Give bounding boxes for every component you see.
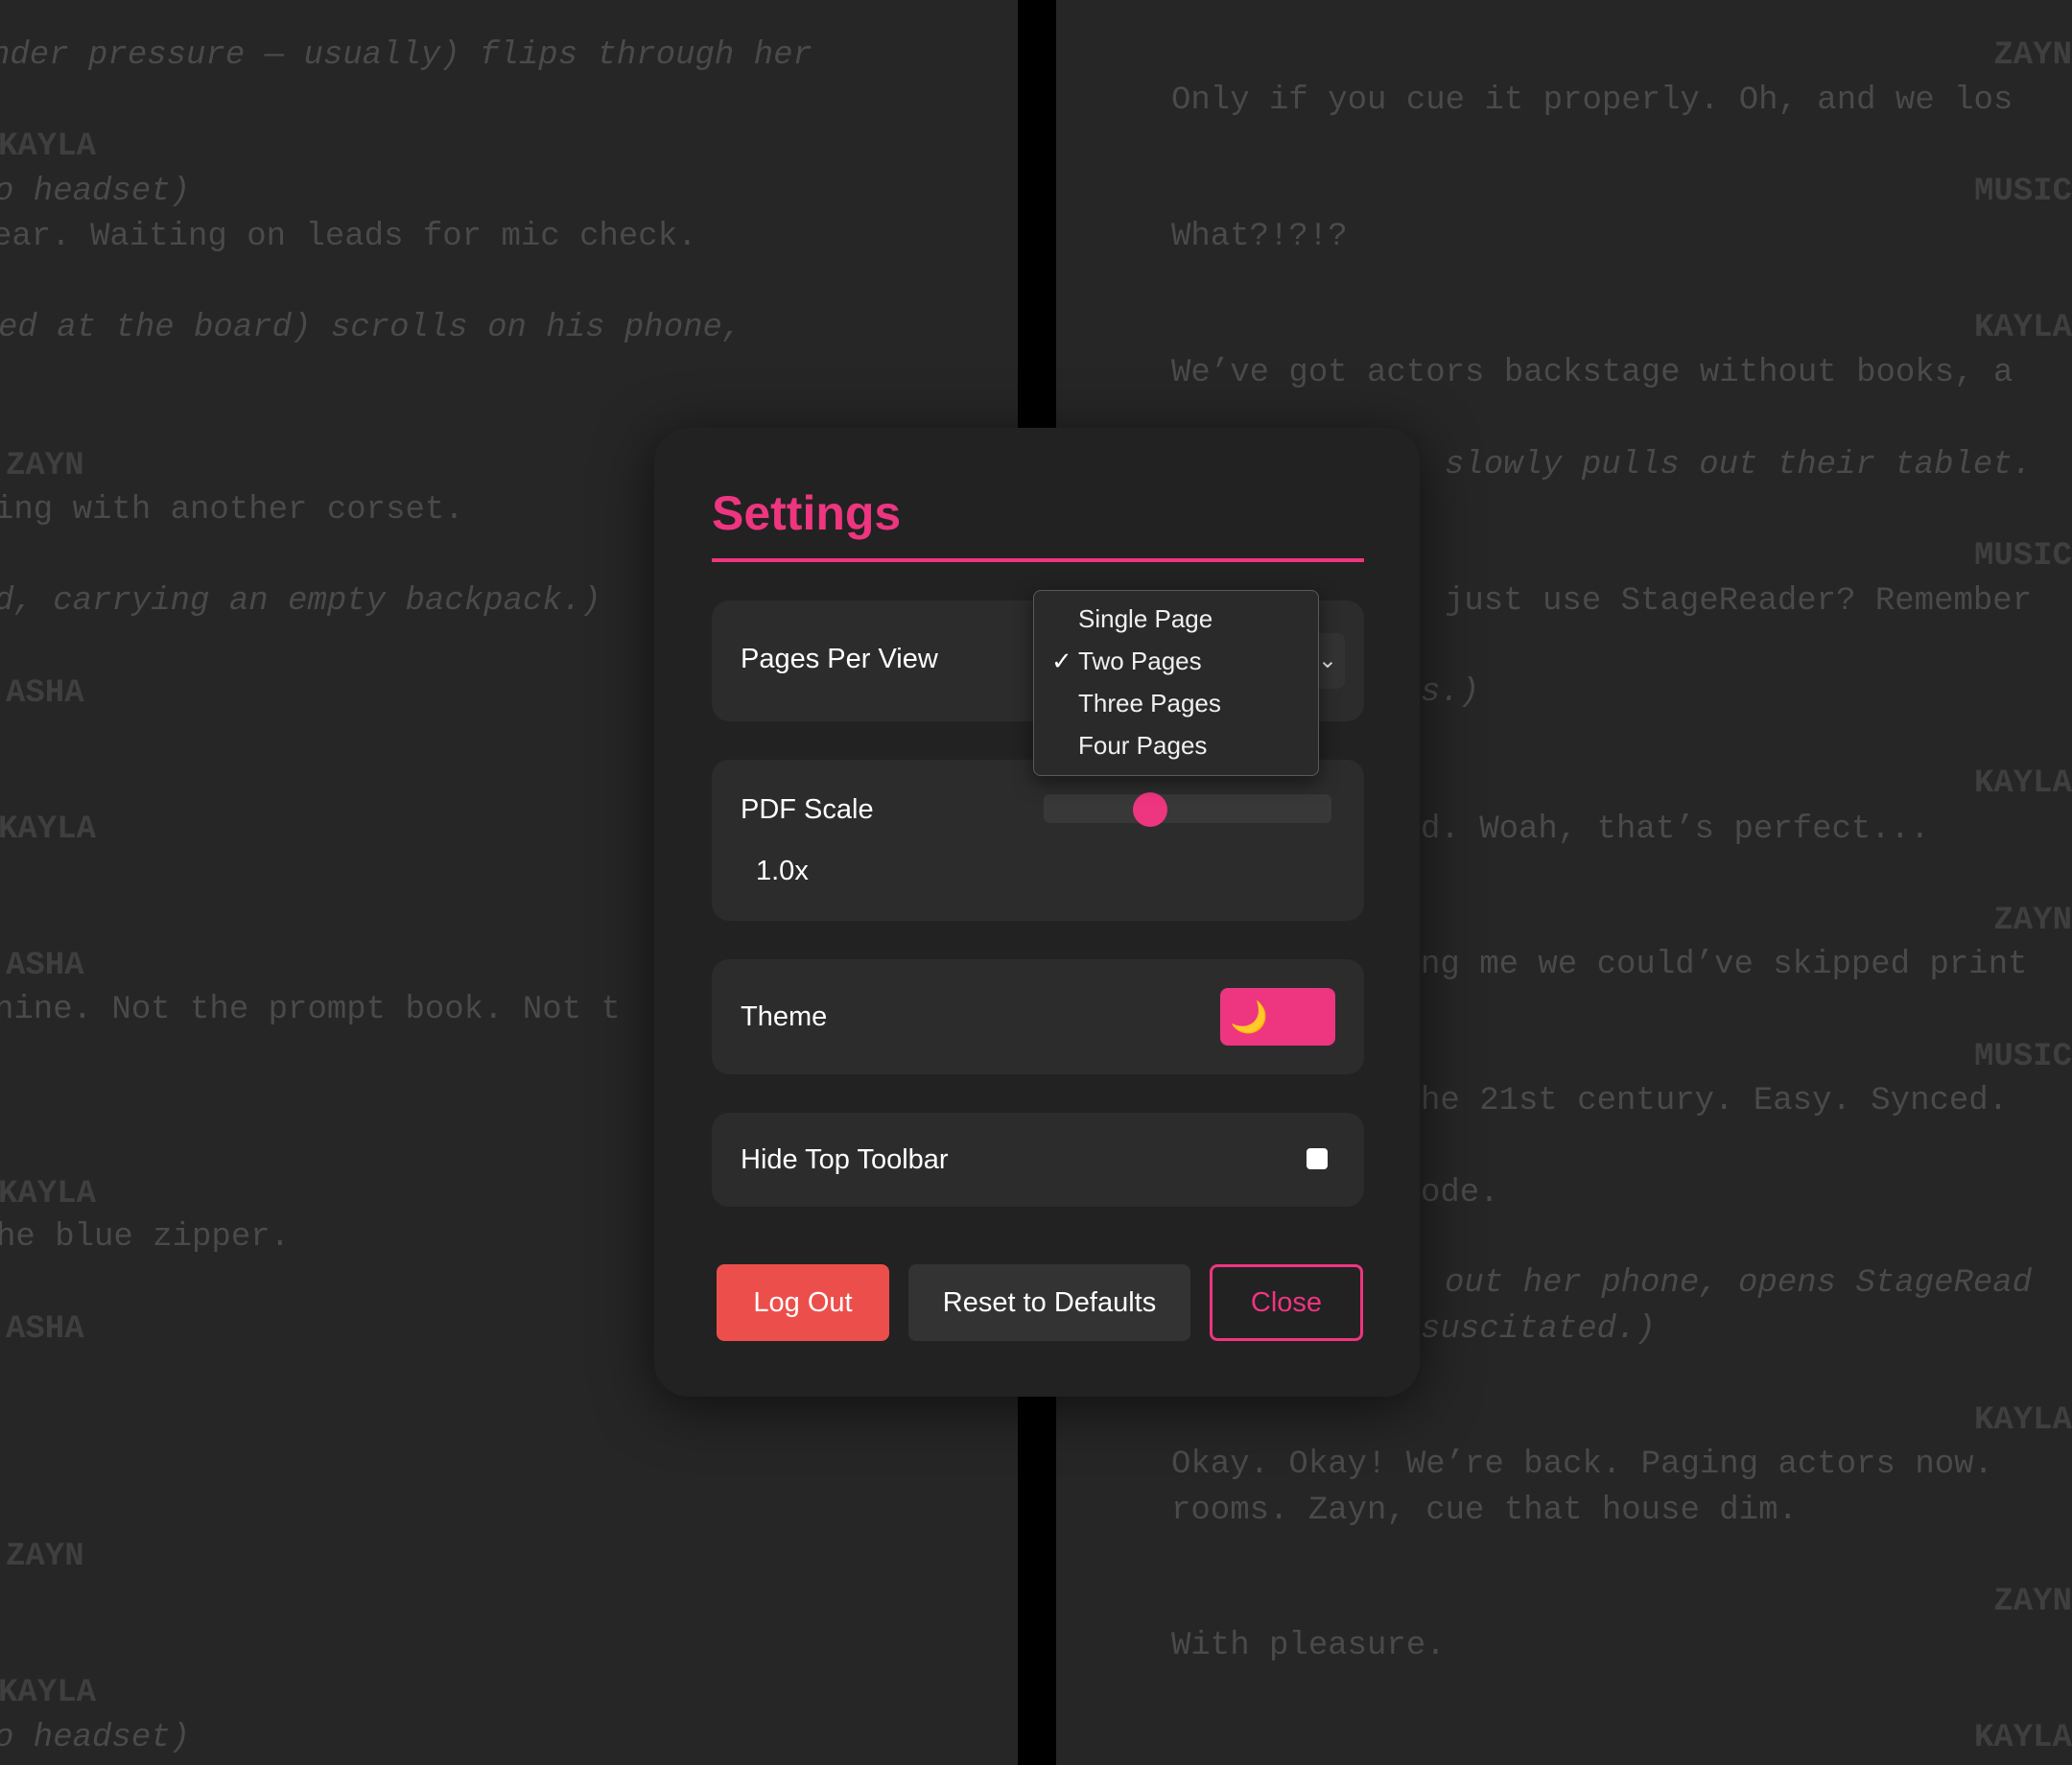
character-name: ZAYN <box>6 1539 84 1575</box>
character-name: MUSIC <box>1973 538 2072 575</box>
script-line: ing with another corset. <box>0 492 464 529</box>
script-line: just use StageReader? Remember <box>1445 583 2033 620</box>
character-name: KAYLA <box>1973 1402 2072 1439</box>
dropdown-option-three-pages[interactable]: Three Pages <box>1078 689 1221 718</box>
script-line: o headset) <box>0 1720 191 1756</box>
character-name: ZAYN <box>1993 37 2072 74</box>
script-line: ear. Waiting on leads for mic check. <box>0 219 697 255</box>
script-line: Only if you cue it properly. Oh, and we … <box>1171 82 2013 119</box>
script-line: ng me we could’ve skipped print <box>1421 947 2028 983</box>
script-line: he 21st century. Easy. Synced. <box>1421 1083 2009 1119</box>
character-name: ZAYN <box>6 448 84 484</box>
character-name: ZAYN <box>1993 903 2072 939</box>
script-line: d, carrying an empty backpack.) <box>0 583 601 620</box>
theme-label: Theme <box>741 1001 828 1032</box>
moon-icon: 🌙 <box>1230 1000 1268 1034</box>
character-name: ASHA <box>6 948 84 984</box>
script-line: suscitated.) <box>1421 1311 1656 1348</box>
title-divider <box>712 558 1364 562</box>
script-line: d. Woah, that’s perfect... <box>1421 812 1930 848</box>
pages-per-view-label: Pages Per View <box>741 644 938 674</box>
script-line: o headset) <box>0 174 191 210</box>
character-name: MUSIC <box>1973 174 2072 210</box>
pdf-scale-row: PDF Scale 1.0x <box>712 760 1364 921</box>
close-button[interactable]: Close <box>1210 1264 1363 1341</box>
chevron-down-icon: ⌄ <box>1317 647 1337 673</box>
hide-toolbar-checkbox[interactable] <box>1307 1148 1328 1169</box>
script-line: We’ve got actors backstage without books… <box>1171 355 2013 391</box>
character-name: ASHA <box>6 1311 84 1348</box>
pages-per-view-dropdown: Single Page ✓ Two Pages Three Pages Four… <box>1033 590 1319 776</box>
pdf-scale-value: 1.0x <box>756 856 809 886</box>
character-name: ZAYN <box>1993 1584 2072 1620</box>
dropdown-option-single-page[interactable]: Single Page <box>1078 604 1213 633</box>
theme-row: Theme 🌙 <box>712 959 1364 1074</box>
hide-toolbar-row: Hide Top Toolbar <box>712 1113 1364 1207</box>
settings-modal: Settings Pages Per View ⌄ PDF Scale 1.0x… <box>654 428 1420 1397</box>
character-name: KAYLA <box>0 812 97 848</box>
script-line: he blue zipper. <box>0 1219 291 1256</box>
character-name: ASHA <box>6 675 84 712</box>
character-name: KAYLA <box>0 1675 97 1711</box>
hide-toolbar-label: Hide Top Toolbar <box>741 1144 949 1175</box>
script-line: out her phone, opens StageRead <box>1445 1265 2033 1302</box>
checkmark-icon: ✓ <box>1051 647 1072 675</box>
script-line: ode. <box>1421 1175 1499 1212</box>
pdf-scale-slider[interactable] <box>1044 792 1331 827</box>
pdf-scale-label: PDF Scale <box>741 794 874 825</box>
script-line: ed at the board) scrolls on his phone, <box>0 310 742 346</box>
slider-thumb[interactable] <box>1133 792 1167 827</box>
script-line: slowly pulls out their tablet. <box>1445 447 2033 483</box>
settings-title: Settings <box>712 486 902 540</box>
reader-stage: nder pressure — usually) flips through h… <box>0 0 2072 1765</box>
character-name: KAYLA <box>1973 765 2072 802</box>
character-name: MUSIC <box>1973 1039 2072 1075</box>
script-line: rooms. Zayn, cue that house dim. <box>1171 1493 1798 1529</box>
character-name: KAYLA <box>1973 310 2072 346</box>
script-line: What?!?!? <box>1171 219 1348 255</box>
theme-toggle-button[interactable]: 🌙 <box>1220 988 1335 1046</box>
character-name: KAYLA <box>0 129 97 165</box>
reset-defaults-button[interactable]: Reset to Defaults <box>908 1264 1190 1341</box>
character-name: KAYLA <box>0 1176 97 1212</box>
log-out-button[interactable]: Log Out <box>717 1264 889 1341</box>
script-line: hine. Not the prompt book. Not t <box>0 992 621 1028</box>
script-line: Okay. Okay! We’re back. Paging actors no… <box>1171 1447 1993 1483</box>
script-line: s.) <box>1421 674 1480 711</box>
script-line: nder pressure — usually) flips through h… <box>0 37 812 74</box>
dropdown-option-two-pages[interactable]: Two Pages <box>1078 647 1202 675</box>
dropdown-option-four-pages[interactable]: Four Pages <box>1078 731 1207 760</box>
character-name: KAYLA <box>1973 1720 2072 1756</box>
script-line: With pleasure. <box>1171 1628 1446 1664</box>
